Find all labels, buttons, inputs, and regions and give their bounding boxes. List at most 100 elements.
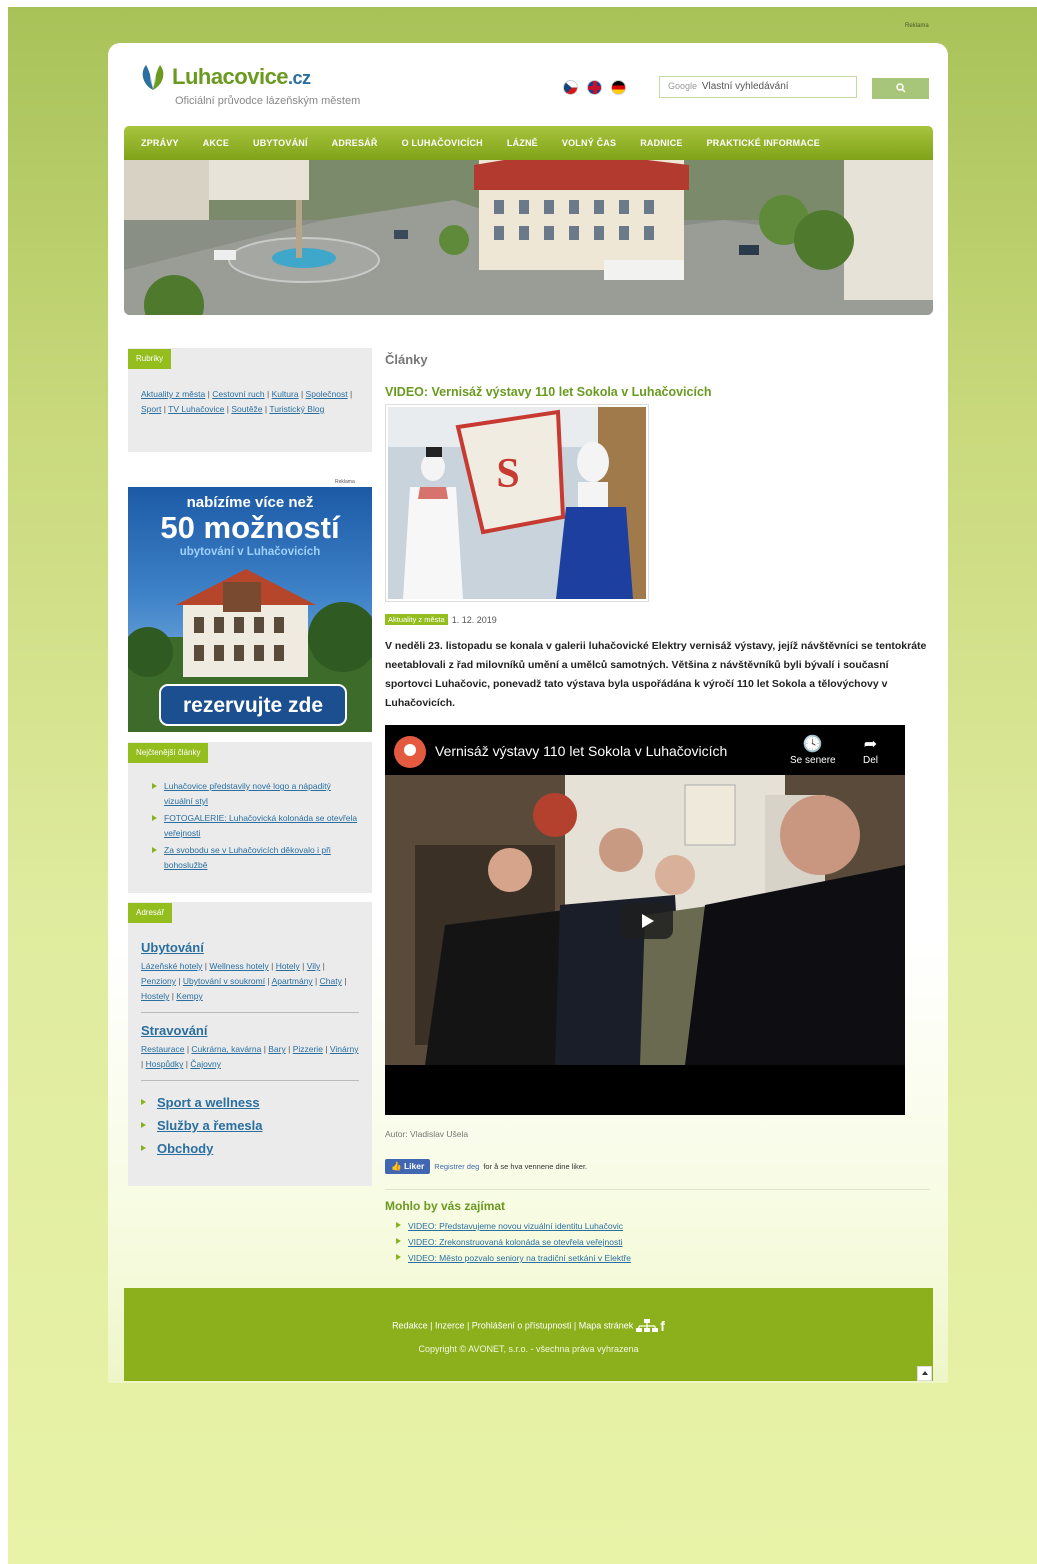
adresar-link[interactable]: Bary (268, 1044, 285, 1054)
top-ad-label: Reklama (905, 23, 929, 29)
en-flag-icon[interactable] (587, 80, 602, 95)
related-link[interactable]: VIDEO: Představujeme novou vizuální iden… (408, 1221, 623, 1231)
channel-avatar-icon[interactable] (394, 736, 426, 768)
rubrika-link[interactable]: TV Luhačovice (168, 404, 224, 414)
site-footer: Redakce | Inzerce | Prohlášení o přístup… (124, 1288, 933, 1381)
article-title[interactable]: VIDEO: Vernisáž výstavy 110 let Sokola v… (385, 385, 712, 399)
nav-o-luhacovicich[interactable]: O LUHAČOVICÍCH (402, 138, 483, 148)
rubrika-link[interactable]: Soutěže (231, 404, 262, 414)
popular-list: Luhačovice představily nové logo a nápad… (128, 763, 372, 885)
divider (385, 1189, 930, 1190)
rubrika-link[interactable]: Turistický Blog (269, 404, 324, 414)
article-image[interactable]: S (385, 404, 649, 602)
adresar-link[interactable]: Apartmány (272, 976, 313, 986)
adresar-link[interactable]: Kempy (176, 991, 202, 1001)
share-arrow-icon: ➦ (863, 736, 878, 753)
logo-leaf-icon (142, 65, 164, 90)
play-button[interactable] (621, 903, 673, 939)
de-flag-icon[interactable] (611, 80, 626, 95)
popular-article-link[interactable]: FOTOGALERIE: Luhačovická kolonáda se ote… (164, 813, 357, 838)
category-badge[interactable]: Aktuality z města (385, 614, 448, 625)
nav-akce[interactable]: AKCE (203, 138, 229, 148)
nav-prakticke-informace[interactable]: PRAKTICKÉ INFORMACE (707, 138, 820, 148)
rubrika-link[interactable]: Cestovní ruch (212, 389, 264, 399)
rubrika-link[interactable]: Sport (141, 404, 161, 414)
sport-wellness-link[interactable]: Sport a wellness (157, 1095, 260, 1110)
adresar-link[interactable]: Čajovny (190, 1059, 221, 1069)
search-button[interactable] (872, 78, 929, 99)
list-item: Sport a wellness (141, 1091, 359, 1114)
fb-like-button[interactable]: 👍 Liker (385, 1159, 431, 1174)
site-logo[interactable]: Luhacovice.cz (138, 62, 311, 92)
sluzby-remesla-link[interactable]: Služby a řemesla (157, 1118, 263, 1133)
list-item: Za svobodu se v Luhačovicích děkovalo i … (152, 843, 358, 873)
fb-register-link[interactable]: Registrer deg (434, 1162, 479, 1171)
popular-article-link[interactable]: Za svobodu se v Luhačovicích děkovalo i … (164, 845, 331, 870)
list-item: FOTOGALERIE: Luhačovická kolonáda se ote… (152, 811, 358, 841)
rubrika-link[interactable]: Společnost (306, 389, 348, 399)
rubrika-link[interactable]: Aktuality z města (141, 389, 205, 399)
ad-line3: ubytování v Luhačovicích (180, 546, 321, 558)
list-item: Obchody (141, 1137, 359, 1160)
facebook-icon[interactable]: f (660, 1318, 665, 1334)
list-item: Luhačovice představily nové logo a nápad… (152, 779, 358, 809)
stravovani-heading[interactable]: Stravování (141, 1023, 359, 1038)
nav-volny-cas[interactable]: VOLNÝ ČAS (562, 138, 616, 148)
ad-label: Reklama (335, 479, 355, 485)
ubytovani-heading[interactable]: Ubytování (141, 940, 359, 955)
popular-article-link[interactable]: Luhačovice představily nové logo a nápad… (164, 781, 331, 806)
popular-title: Nejčtenější články (128, 743, 209, 763)
nav-zpravy[interactable]: ZPRÁVY (141, 138, 179, 148)
share-button[interactable]: ➦ Del (863, 735, 878, 766)
footer-link-pristupnost[interactable]: Prohlášení o přístupnosti (472, 1320, 572, 1330)
back-to-top-button[interactable] (917, 1366, 932, 1381)
stravovani-links: Restaurace | Cukrárna, kavárna | Bary | … (141, 1044, 359, 1069)
ubytovani-links: Lázeňské hotely | Wellness hotely | Hote… (141, 961, 347, 1001)
adresar-link[interactable]: Cukrárna, kavárna (191, 1044, 261, 1054)
nav-lazne[interactable]: LÁZNĚ (507, 138, 538, 148)
ad-line2: 50 možností (160, 510, 341, 545)
cz-flag-icon[interactable] (563, 80, 578, 95)
list-item: Služby a řemesla (141, 1114, 359, 1137)
adresar-link[interactable]: Lázeňské hotely (141, 961, 202, 971)
footer-links: Redakce | Inzerce | Prohlášení o přístup… (392, 1318, 665, 1334)
related-list: VIDEO: Představujeme novou vizuální iden… (396, 1218, 631, 1266)
adresar-link[interactable]: Hospůdky (146, 1059, 184, 1069)
ad-button[interactable]: rezervujte zde (183, 694, 323, 717)
video-header: Vernisáž výstavy 110 let Sokola v Luhačo… (385, 725, 905, 775)
adresar-link[interactable]: Vinárny (330, 1044, 359, 1054)
adresar-link[interactable]: Restaurace (141, 1044, 184, 1054)
adresar-link[interactable]: Chaty (320, 976, 342, 986)
adresar-link[interactable]: Penziony (141, 976, 176, 986)
site-tagline: Oficiální průvodce lázeňským městem (175, 95, 361, 107)
related-link[interactable]: VIDEO: Zrekonstruovaná kolonáda se otevř… (408, 1237, 623, 1247)
nav-radnice[interactable]: RADNICE (640, 138, 682, 148)
adresar-link[interactable]: Pizzerie (293, 1044, 323, 1054)
list-item: VIDEO: Zrekonstruovaná kolonáda se otevř… (396, 1234, 631, 1250)
adresar-link[interactable]: Wellness hotely (209, 961, 268, 971)
divider (141, 1012, 359, 1013)
sitemap-icon[interactable] (635, 1319, 658, 1333)
fb-text: for å se hva vennene dine liker. (483, 1162, 588, 1171)
related-link[interactable]: VIDEO: Město pozvalo seniory na tradiční… (408, 1253, 631, 1263)
search-input[interactable]: Google Vlastní vyhledávání (659, 76, 857, 98)
article-date: 1. 12. 2019 (451, 614, 497, 625)
adresar-link[interactable]: Hostely (141, 991, 169, 1001)
adresar-link[interactable]: Hotely (276, 961, 300, 971)
footer-link-redakce[interactable]: Redakce (392, 1320, 428, 1330)
youtube-video-player[interactable]: Vernisáž výstavy 110 let Sokola v Luhačo… (385, 725, 905, 1115)
obchody-link[interactable]: Obchody (157, 1141, 213, 1156)
ad-line1: nabízíme více než (187, 494, 314, 511)
footer-link-inzerce[interactable]: Inzerce (435, 1320, 465, 1330)
rubrika-link[interactable]: Kultura (272, 389, 299, 399)
nav-adresar[interactable]: ADRESÁŘ (332, 138, 378, 148)
search-icon (895, 83, 906, 93)
accommodation-ad-banner[interactable]: nabízíme více než 50 možností ubytování … (128, 487, 372, 732)
adresar-link[interactable]: Ubytování v soukromí (183, 976, 265, 986)
video-title[interactable]: Vernisáž výstavy 110 let Sokola v Luhačo… (435, 743, 727, 759)
language-switcher (563, 80, 626, 95)
nav-ubytovani[interactable]: UBYTOVÁNÍ (253, 138, 308, 148)
watch-later-button[interactable]: 🕓 Se senere (790, 735, 836, 766)
footer-link-mapa[interactable]: Mapa stránek (579, 1320, 634, 1330)
adresar-link[interactable]: Vily (307, 961, 321, 971)
